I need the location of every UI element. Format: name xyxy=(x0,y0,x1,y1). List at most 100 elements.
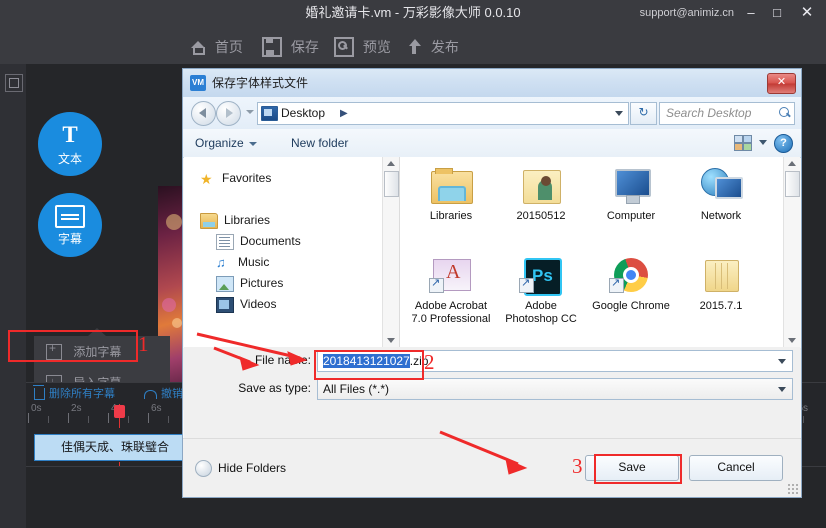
file-item-20150512[interactable]: 20150512 xyxy=(498,165,584,223)
text-tool-label: 文本 xyxy=(57,152,82,166)
nav-item-pictures[interactable]: Pictures xyxy=(216,274,283,293)
file-item-2015-7-1[interactable]: 2015.7.1 xyxy=(678,255,764,313)
nav-scroll-up-icon[interactable] xyxy=(387,161,395,166)
nav-item-documents[interactable]: Documents xyxy=(216,232,301,251)
file-name-dropdown-icon[interactable] xyxy=(778,359,786,364)
file-pane-scrollbar[interactable] xyxy=(783,157,800,347)
forward-arrow-icon xyxy=(226,108,233,118)
app-titlebar: 婚礼邀请卡.vm - 万彩影像大师 0.0.10 support@animiz.… xyxy=(0,0,826,26)
dialog-close-button[interactable]: ✕ xyxy=(767,73,796,94)
nav-scroll-down-icon[interactable] xyxy=(387,338,395,343)
nav-pane-scrollbar[interactable] xyxy=(382,157,399,347)
forward-button[interactable] xyxy=(216,101,241,126)
file-item-adobe-acrobat-label: Adobe Acrobat 7.0 Professional xyxy=(411,300,491,325)
file-item-libraries[interactable]: Libraries xyxy=(408,165,494,223)
undo-label: 撤销 xyxy=(161,388,183,400)
window-minimize-button[interactable]: – xyxy=(738,0,764,26)
save-as-type-dropdown-icon[interactable] xyxy=(778,387,786,392)
layers-icon[interactable] xyxy=(5,74,23,92)
toolbar-publish-label: 发布 xyxy=(430,39,459,56)
trash-icon xyxy=(33,385,45,401)
file-scroll-thumb[interactable] xyxy=(785,171,800,197)
nav-item-music[interactable]: ♫ Music xyxy=(216,253,269,272)
file-item-photoshop-label: Adobe Photoshop CC xyxy=(505,300,577,325)
left-rail xyxy=(0,64,26,528)
file-scroll-up-icon[interactable] xyxy=(788,161,796,166)
chevron-down-icon xyxy=(248,141,257,146)
photoshop-icon xyxy=(519,255,563,297)
file-item-photoshop[interactable]: Adobe Photoshop CC xyxy=(498,255,584,326)
toolbar-save-button[interactable]: 保存 xyxy=(262,34,319,58)
help-button[interactable]: ? xyxy=(774,134,793,153)
view-mode-icon[interactable] xyxy=(734,134,753,151)
libraries-folder-icon xyxy=(200,212,218,229)
file-name-label: File name: xyxy=(254,353,311,367)
subtitle-tool-label: 字幕 xyxy=(57,232,82,246)
file-scroll-down-icon[interactable] xyxy=(788,338,796,343)
save-as-type-select[interactable]: All Files (*.*) xyxy=(317,378,793,400)
publish-icon xyxy=(406,39,422,55)
text-tool-glyph: T xyxy=(62,122,78,147)
file-item-libraries-label: Libraries xyxy=(429,210,473,222)
new-folder-button[interactable]: New folder xyxy=(291,129,348,157)
search-placeholder: Search Desktop xyxy=(666,106,752,120)
file-name-input[interactable]: 2018413121027.zip xyxy=(317,350,793,372)
nav-item-favorites[interactable]: ★ Favorites xyxy=(200,169,271,188)
ruler-label-0s: 0s xyxy=(31,403,42,414)
nav-item-videos[interactable]: Videos xyxy=(216,295,276,314)
toolbar-home-button[interactable]: 首页 xyxy=(190,34,243,58)
folder-icon xyxy=(699,255,743,297)
file-item-chrome[interactable]: Google Chrome xyxy=(588,255,674,313)
subtitle-clip[interactable]: 佳偶天成、珠联璧合 xyxy=(34,434,196,461)
nav-scroll-thumb[interactable] xyxy=(384,171,399,197)
search-icon xyxy=(779,107,789,117)
recent-locations-chevron-icon[interactable] xyxy=(246,110,254,114)
dialog-resize-grip[interactable] xyxy=(788,484,798,494)
delete-all-subtitles-button[interactable]: 删除所有字幕 xyxy=(33,385,115,402)
undo-button[interactable]: 撤销 xyxy=(144,386,183,402)
dialog-titlebar: VM 保存字体样式文件 ✕ xyxy=(183,69,801,98)
view-mode-chevron-icon[interactable] xyxy=(759,140,767,145)
back-arrow-icon xyxy=(199,108,206,118)
refresh-button[interactable]: ↻ xyxy=(630,102,657,125)
window-close-button[interactable]: ✕ xyxy=(794,0,820,26)
undo-icon xyxy=(144,389,157,399)
tool-text-button[interactable]: T 文本 xyxy=(38,112,102,176)
toolbar-preview-button[interactable]: 预览 xyxy=(334,34,391,58)
pdf-icon xyxy=(429,255,473,297)
address-bar[interactable]: Desktop ▶ xyxy=(257,102,629,125)
file-item-20150512-label: 20150512 xyxy=(516,210,566,222)
dialog-file-pane: Libraries 20150512 Computer Network Adob… xyxy=(400,157,800,347)
nav-item-libraries[interactable]: Libraries xyxy=(200,211,270,230)
menu-item-add-subtitle[interactable]: 添加字幕 xyxy=(34,336,170,366)
toolbar-home-label: 首页 xyxy=(214,39,243,56)
app-toolbar: 首页 保存 预览 发布 xyxy=(0,26,826,65)
file-name-value: 2018413121027.zip xyxy=(323,351,428,371)
file-item-network[interactable]: Network xyxy=(678,165,764,223)
user-folder-icon xyxy=(519,165,563,207)
toolbar-publish-button[interactable]: 发布 xyxy=(406,34,459,58)
menu-item-add-subtitle-label: 添加字幕 xyxy=(73,344,122,359)
window-maximize-button[interactable]: □ xyxy=(764,0,790,26)
dialog-title: 保存字体样式文件 xyxy=(212,76,309,90)
timeline-playhead-handle[interactable] xyxy=(114,405,125,418)
back-button[interactable] xyxy=(191,101,216,126)
tool-subtitle-button[interactable]: 字幕 xyxy=(38,193,102,257)
cancel-button[interactable]: Cancel xyxy=(689,455,783,481)
file-item-computer[interactable]: Computer xyxy=(588,165,674,223)
save-button[interactable]: Save xyxy=(585,455,679,481)
nav-item-videos-label: Videos xyxy=(240,297,277,311)
organize-button[interactable]: Organize xyxy=(195,129,257,157)
search-box[interactable]: Search Desktop xyxy=(659,102,795,125)
address-dropdown-icon[interactable] xyxy=(615,111,623,116)
ruler-label-6s: 6s xyxy=(151,403,162,414)
file-name-extension: .zip xyxy=(409,354,429,368)
document-icon xyxy=(216,233,234,250)
hide-folders-button[interactable]: Hide Folders xyxy=(195,459,286,478)
dialog-navigation-pane: ★ Favorites Libraries Documents ♫ Music Pi… xyxy=(184,157,400,347)
music-note-icon: ♫ xyxy=(216,254,226,270)
ruler-label-2s: 2s xyxy=(71,403,82,414)
file-item-adobe-acrobat[interactable]: Adobe Acrobat 7.0 Professional xyxy=(408,255,494,326)
organize-label: Organize xyxy=(195,136,244,150)
add-subtitle-icon xyxy=(46,341,62,360)
